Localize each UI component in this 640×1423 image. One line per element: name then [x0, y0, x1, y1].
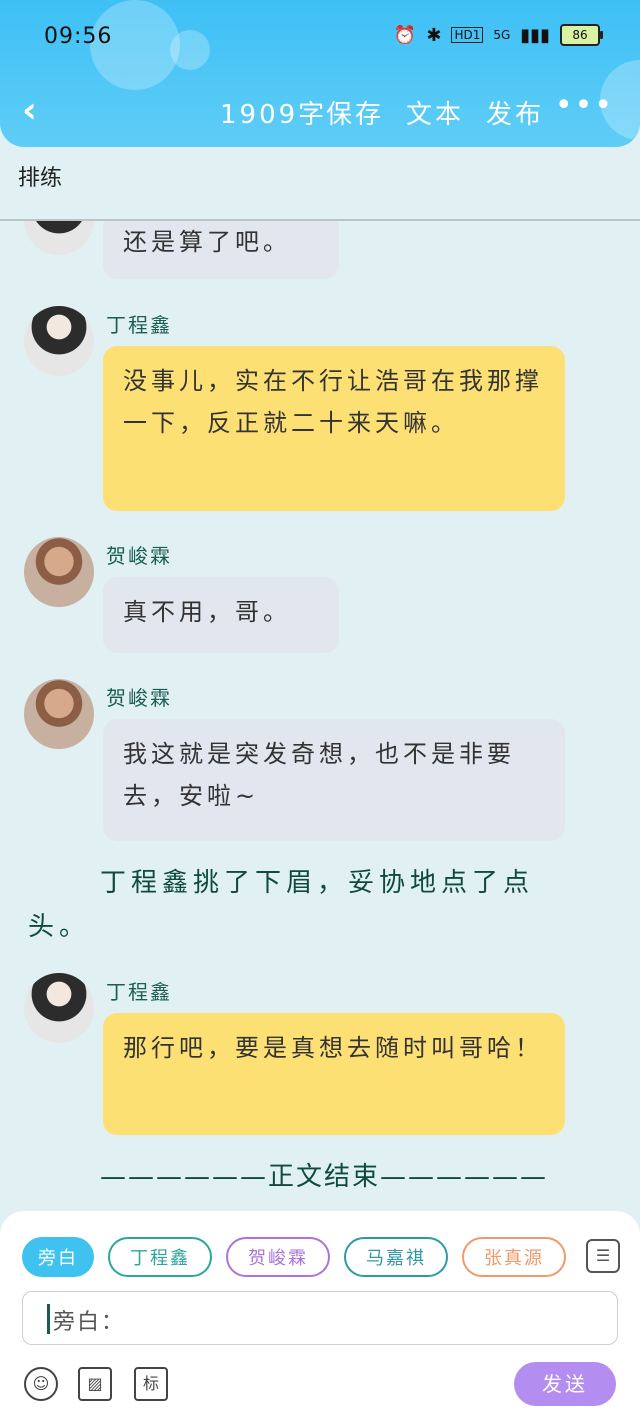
nav-actions: 保存 文本 发布: [326, 94, 544, 131]
alarm-icon: ⏰: [393, 24, 417, 46]
nav-bar: ‹ 1909字 保存 文本 发布 •••: [0, 86, 640, 138]
network-label: 5G: [493, 28, 511, 42]
emoji-icon[interactable]: ☺: [24, 1367, 58, 1401]
mark-icon[interactable]: 标: [134, 1367, 168, 1401]
status-time: 09:56: [44, 24, 113, 49]
status-bar: 09:56 ⏰ ✱ HD1 5G ▮▮▮ 86: [0, 18, 640, 58]
header: 09:56 ⏰ ✱ HD1 5G ▮▮▮ 86 ‹ 1909字 保存 文本 发布…: [0, 0, 640, 147]
chat-area[interactable]: 还是算了吧。 丁程鑫 没事儿，实在不行让浩哥在我那撑一下，反正就二十来天嘛。 贺…: [0, 221, 640, 1211]
text-button[interactable]: 文本: [406, 94, 464, 131]
save-button[interactable]: 保存: [326, 94, 384, 131]
avatar[interactable]: [24, 679, 94, 749]
message-bubble[interactable]: 真不用，哥。: [103, 577, 339, 653]
text-caret: [47, 1304, 50, 1334]
status-icons: ⏰ ✱ HD1 5G ▮▮▮ 86: [393, 24, 603, 46]
chip-narrator[interactable]: 旁白: [22, 1237, 94, 1277]
chip-speaker[interactable]: 贺峻霖: [226, 1237, 330, 1277]
narration-text[interactable]: 丁程鑫挑了下眉，妥协地点了点头。: [28, 861, 568, 949]
avatar[interactable]: [24, 221, 94, 255]
message-bubble[interactable]: 我这就是突发奇想，也不是非要去，安啦~: [103, 719, 565, 841]
speaker-name: 贺峻霖: [106, 686, 172, 710]
avatar[interactable]: [24, 306, 94, 376]
contacts-icon[interactable]: ☰: [586, 1239, 620, 1273]
section-title: 排练: [18, 166, 63, 191]
compose-panel: 旁白 丁程鑫 贺峻霖 马嘉祺 张真源 ☰ 旁白： ☺ ▨ 标 发送: [0, 1211, 640, 1423]
input-speaker-label: 旁白：: [53, 1310, 126, 1335]
back-icon[interactable]: ‹: [22, 90, 37, 131]
battery-icon: 86: [560, 24, 603, 46]
image-icon[interactable]: ▨: [78, 1367, 112, 1401]
more-icon[interactable]: •••: [555, 88, 614, 123]
chip-speaker[interactable]: 张真源: [462, 1237, 566, 1277]
word-count: 1909字: [220, 100, 328, 130]
avatar[interactable]: [24, 973, 94, 1043]
message-input[interactable]: 旁白：: [22, 1291, 618, 1345]
chip-speaker[interactable]: 马嘉祺: [344, 1237, 448, 1277]
avatar[interactable]: [24, 537, 94, 607]
speaker-chips: 旁白 丁程鑫 贺峻霖 马嘉祺 张真源: [22, 1237, 566, 1277]
send-button[interactable]: 发送: [514, 1362, 616, 1406]
hd-badge: HD1: [451, 27, 484, 43]
publish-button[interactable]: 发布: [486, 94, 544, 131]
message-bubble[interactable]: 没事儿，实在不行让浩哥在我那撑一下，反正就二十来天嘛。: [103, 346, 565, 511]
bluetooth-icon: ✱: [426, 24, 442, 46]
speaker-name: 丁程鑫: [106, 313, 172, 337]
chip-speaker[interactable]: 丁程鑫: [108, 1237, 212, 1277]
speaker-name: 丁程鑫: [106, 980, 172, 1004]
message-bubble[interactable]: 还是算了吧。: [103, 221, 339, 279]
end-marker: ——————正文结束——————: [100, 1162, 549, 1192]
signal-icon: ▮▮▮: [520, 24, 550, 46]
speaker-name: 贺峻霖: [106, 544, 172, 568]
message-bubble[interactable]: 那行吧，要是真想去随时叫哥哈！: [103, 1013, 565, 1135]
